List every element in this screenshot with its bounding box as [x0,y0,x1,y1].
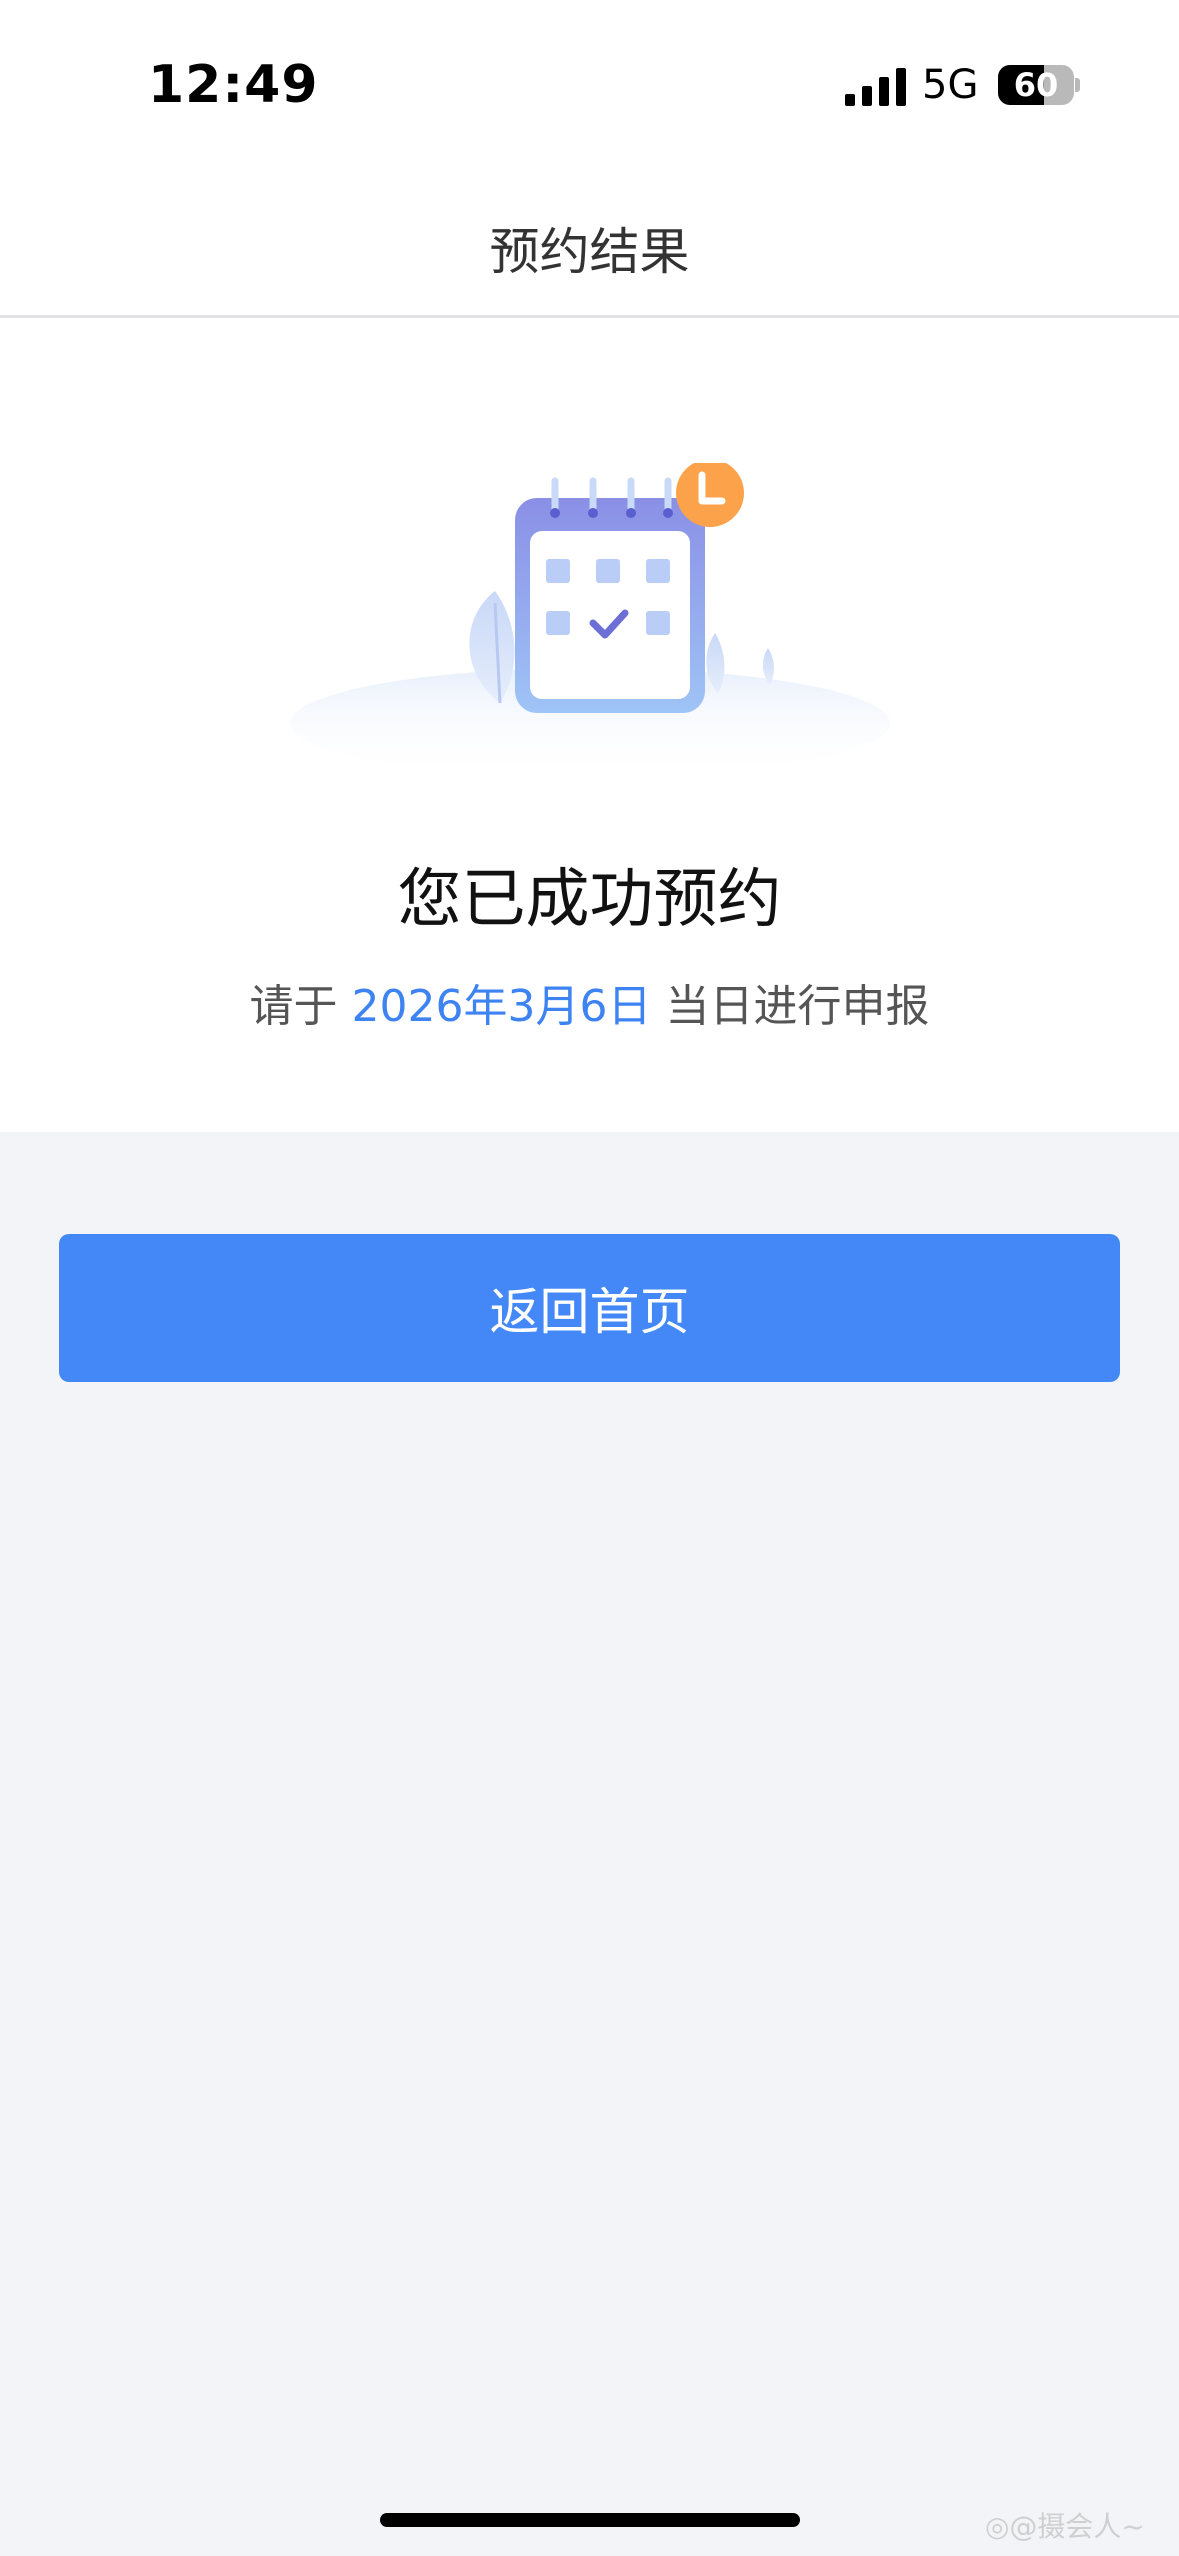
nav-bar: 预约结果 [0,170,1179,318]
battery-level: 60 [1013,66,1059,104]
return-home-button[interactable]: 返回首页 [59,1234,1120,1382]
network-type: 5G [922,62,979,108]
watermark: ◎@摄会人~ [985,2510,1145,2543]
status-time: 12:49 [148,55,319,115]
page-title: 预约结果 [489,223,690,281]
home-indicator[interactable] [380,2513,800,2527]
status-bar: 12:49 5G 60 [0,0,1179,170]
cellular-signal-icon [845,68,906,106]
result-panel: 您已成功预约 请于 2026年3月6日 当日进行申报 [0,318,1179,1132]
appointment-date: 2026年3月6日 [351,981,652,1032]
subtitle-suffix: 当日进行申报 [651,981,930,1032]
result-title: 您已成功预约 [397,863,782,937]
result-subtitle: 请于 2026年3月6日 当日进行申报 [0,970,1179,1034]
calendar-check-clock-icon [290,463,890,763]
battery-icon: 60 [998,65,1080,105]
subtitle-prefix: 请于 [249,981,352,1032]
